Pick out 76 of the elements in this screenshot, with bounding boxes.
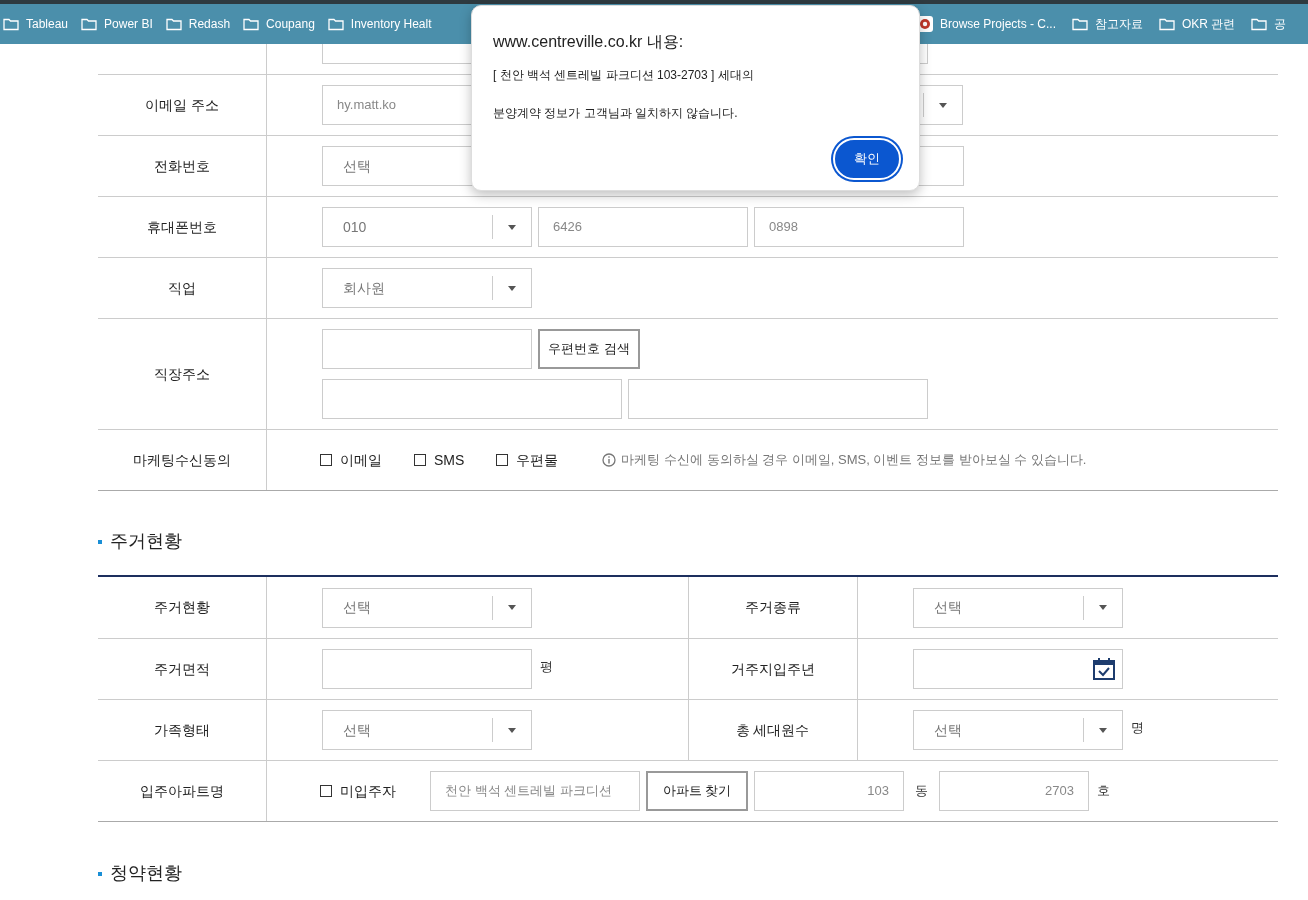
folder-icon: [243, 17, 260, 31]
select-field[interactable]: 회사원: [322, 268, 532, 308]
bookmark[interactable]: Inventory Healt: [325, 15, 434, 33]
field-label: 전화번호: [154, 156, 210, 176]
field-label: 입주아파트명: [140, 781, 224, 801]
info-icon: [602, 453, 617, 467]
bookmark[interactable]: 공: [1249, 15, 1289, 33]
folder-icon: [81, 17, 98, 31]
dropdown-arrow-icon: [508, 224, 516, 230]
marketing-note: 마케팅 수신에 동의하실 경우 이메일, SMS, 이벤트 정보를 받아보실 수 있습니다.: [621, 451, 1087, 470]
section-heading: 주거현황: [110, 530, 182, 553]
field-label: 가족형태: [154, 720, 210, 740]
select-field[interactable]: 선택: [912, 710, 1123, 750]
folder-icon: [327, 17, 344, 31]
calendar-icon: [1091, 657, 1116, 681]
select-field[interactable]: 010: [322, 207, 532, 247]
bullet-icon: [98, 871, 102, 876]
field-label: 주거종류: [744, 598, 801, 617]
field-label: 직장주소: [154, 364, 210, 384]
search-button[interactable]: 우편번호 검색: [538, 329, 640, 369]
date-field[interactable]: [912, 649, 1123, 689]
bookmark[interactable]: 참고자료: [1070, 15, 1146, 33]
input-field[interactable]: [322, 329, 532, 369]
unit-label: 동: [914, 782, 929, 801]
input-field[interactable]: 천안 백석 센트레빌 파크디션: [430, 771, 640, 811]
folder-icon: [3, 17, 19, 31]
bookmark[interactable]: Redash: [163, 15, 233, 33]
input-field[interactable]: [628, 379, 928, 419]
dialog-message: [ 천안 백석 센트레빌 파크디션 103-2703 ] 세대의: [493, 67, 755, 84]
dropdown-arrow-icon: [508, 285, 516, 291]
checkbox[interactable]: [496, 454, 509, 466]
checkbox[interactable]: [414, 454, 426, 466]
input-field[interactable]: [322, 649, 532, 689]
dropdown-arrow-icon: [1098, 605, 1107, 610]
dialog-title: www.centreville.co.kr 내용:: [493, 32, 685, 52]
select-field[interactable]: 선택: [912, 587, 1123, 628]
input-field[interactable]: 2703: [939, 771, 1089, 811]
checkbox[interactable]: [320, 785, 332, 797]
bullet-icon: [98, 539, 102, 544]
input-field[interactable]: 6426: [538, 207, 748, 247]
folder-icon: [1159, 17, 1176, 31]
field-label: 총 세대원수: [735, 720, 810, 740]
checkbox-label: 우편물: [516, 450, 559, 470]
dropdown-arrow-icon: [1098, 727, 1107, 733]
field-label: 휴대폰번호: [147, 217, 217, 237]
dropdown-arrow-icon: [939, 102, 947, 108]
checkbox-label: 이메일: [340, 450, 382, 470]
field-label: 이메일 주소: [145, 95, 219, 115]
bookmark[interactable]: Power BI: [79, 15, 155, 33]
checkbox[interactable]: [320, 454, 332, 466]
field-label: 주거면적: [154, 659, 210, 679]
field-label: 직업: [168, 278, 196, 298]
bookmark[interactable]: Coupang: [241, 15, 317, 33]
unit-label: 평: [540, 658, 553, 676]
select-field[interactable]: 선택: [322, 710, 532, 750]
folder-icon: [165, 17, 182, 31]
search-button[interactable]: 아파트 찾기: [646, 771, 748, 811]
dropdown-arrow-icon: [508, 605, 516, 610]
unit-label: 호: [1097, 782, 1110, 801]
bookmark[interactable]: OKR 관련: [1157, 15, 1238, 33]
folder-icon: [1251, 17, 1268, 31]
select-field[interactable]: 선택: [322, 587, 532, 628]
checkbox-label: 미입주자: [340, 781, 396, 801]
field-label: 주거현황: [154, 598, 210, 617]
bookmark[interactable]: Tableau: [1, 15, 71, 33]
dropdown-arrow-icon: [508, 727, 516, 733]
input-field[interactable]: 103: [754, 771, 904, 811]
checkbox-label: SMS: [434, 450, 465, 470]
field-label: 거주지입주년: [730, 659, 815, 679]
confirm-button[interactable]: 확인: [833, 138, 901, 180]
section-heading: 청약현황: [110, 862, 182, 885]
input-field[interactable]: [322, 379, 622, 419]
input-field[interactable]: 0898: [754, 207, 964, 247]
folder-icon: [1072, 17, 1089, 31]
field-label: 마케팅수신동의: [133, 450, 231, 470]
unit-label: 명: [1130, 719, 1144, 737]
